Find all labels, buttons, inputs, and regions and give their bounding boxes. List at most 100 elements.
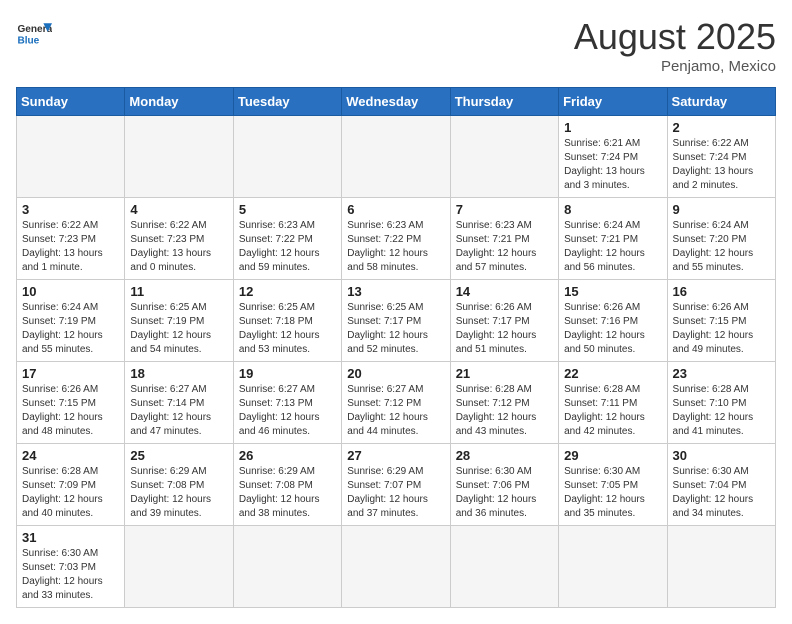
calendar-cell: 30 Sunrise: 6:30 AM Sunset: 7:04 PM Dayli… (667, 444, 775, 526)
day-info: Sunrise: 6:25 AM Sunset: 7:18 PM Dayligh… (239, 301, 336, 357)
day-number: 15 (564, 284, 661, 299)
day-number: 19 (239, 366, 336, 381)
logo: General Blue (16, 16, 52, 52)
calendar-cell: 19Sunrise: 6:27 AM Sunset: 7:13 PM Dayli… (233, 362, 341, 444)
day-number: 14 (456, 284, 553, 299)
day-of-week-header: Saturday (667, 88, 775, 116)
calendar-cell: 27 Sunrise: 6:29 AM Sunset: 7:07 PM Dayli… (342, 444, 450, 526)
day-info: Sunrise: 6:30 AM Sunset: 7:05 PM Dayligh… (564, 465, 661, 521)
calendar-cell: 21Sunrise: 6:28 AM Sunset: 7:12 PM Dayli… (450, 362, 558, 444)
day-info: Sunrise: 6:29 AM Sunset: 7:08 PM Dayligh… (239, 465, 336, 521)
calendar-cell: 17 Sunrise: 6:26 AM Sunset: 7:15 PM Dayli… (17, 362, 125, 444)
calendar-cell (342, 526, 450, 608)
day-info: Sunrise: 6:28 AM Sunset: 7:10 PM Dayligh… (673, 383, 770, 439)
day-info: Sunrise: 6:29 AM Sunset: 7:08 PM Dayligh… (130, 465, 227, 521)
day-info: Sunrise: 6:24 AM Sunset: 7:20 PM Dayligh… (673, 219, 770, 275)
day-number: 21 (456, 366, 553, 381)
calendar-cell: 6 Sunrise: 6:23 AM Sunset: 7:22 PM Daylig… (342, 198, 450, 280)
calendar-cell: 20 Sunrise: 6:27 AM Sunset: 7:12 PM Dayli… (342, 362, 450, 444)
day-number: 12 (239, 284, 336, 299)
day-number: 7 (456, 202, 553, 217)
calendar-cell (450, 116, 558, 198)
calendar-cell (233, 116, 341, 198)
day-info: Sunrise: 6:26 AM Sunset: 7:16 PM Dayligh… (564, 301, 661, 357)
day-number: 30 (673, 448, 770, 463)
day-number: 22 (564, 366, 661, 381)
day-info: Sunrise: 6:27 AM Sunset: 7:14 PM Dayligh… (130, 383, 227, 439)
day-number: 13 (347, 284, 444, 299)
calendar-cell: 31 Sunrise: 6:30 AM Sunset: 7:03 PM Dayli… (17, 526, 125, 608)
day-number: 2 (673, 120, 770, 135)
calendar-cell (450, 526, 558, 608)
calendar-cell: 12 Sunrise: 6:25 AM Sunset: 7:18 PM Dayli… (233, 280, 341, 362)
location-subtitle: Penjamo, Mexico (574, 58, 776, 75)
day-info: Sunrise: 6:22 AM Sunset: 7:24 PM Dayligh… (673, 137, 770, 193)
day-number: 8 (564, 202, 661, 217)
day-number: 6 (347, 202, 444, 217)
calendar-cell (342, 116, 450, 198)
day-info: Sunrise: 6:23 AM Sunset: 7:21 PM Dayligh… (456, 219, 553, 275)
day-info: Sunrise: 6:26 AM Sunset: 7:17 PM Dayligh… (456, 301, 553, 357)
calendar-cell: 15 Sunrise: 6:26 AM Sunset: 7:16 PM Dayli… (559, 280, 667, 362)
calendar-cell: 10Sunrise: 6:24 AM Sunset: 7:19 PM Dayli… (17, 280, 125, 362)
day-info: Sunrise: 6:24 AM Sunset: 7:19 PM Dayligh… (22, 301, 119, 357)
day-number: 31 (22, 530, 119, 545)
calendar-cell: 4Sunrise: 6:22 AM Sunset: 7:23 PM Daylig… (125, 198, 233, 280)
day-of-week-header: Tuesday (233, 88, 341, 116)
svg-text:Blue: Blue (17, 35, 39, 46)
calendar-cell: 2 Sunrise: 6:22 AM Sunset: 7:24 PM Daylig… (667, 116, 775, 198)
day-info: Sunrise: 6:28 AM Sunset: 7:11 PM Dayligh… (564, 383, 661, 439)
day-info: Sunrise: 6:26 AM Sunset: 7:15 PM Dayligh… (22, 383, 119, 439)
title-area: August 2025 Penjamo, Mexico (574, 16, 776, 75)
calendar-cell: 3 Sunrise: 6:22 AM Sunset: 7:23 PM Daylig… (17, 198, 125, 280)
day-info: Sunrise: 6:27 AM Sunset: 7:12 PM Dayligh… (347, 383, 444, 439)
calendar-cell: 16Sunrise: 6:26 AM Sunset: 7:15 PM Dayli… (667, 280, 775, 362)
day-info: Sunrise: 6:24 AM Sunset: 7:21 PM Dayligh… (564, 219, 661, 275)
day-number: 24 (22, 448, 119, 463)
logo-icon: General Blue (16, 16, 52, 52)
day-of-week-header: Friday (559, 88, 667, 116)
day-number: 27 (347, 448, 444, 463)
day-number: 25 (130, 448, 227, 463)
day-number: 18 (130, 366, 227, 381)
day-number: 26 (239, 448, 336, 463)
day-number: 1 (564, 120, 661, 135)
calendar-cell: 5Sunrise: 6:23 AM Sunset: 7:22 PM Daylig… (233, 198, 341, 280)
calendar-cell (559, 526, 667, 608)
calendar-cell: 11Sunrise: 6:25 AM Sunset: 7:19 PM Dayli… (125, 280, 233, 362)
day-info: Sunrise: 6:30 AM Sunset: 7:04 PM Dayligh… (673, 465, 770, 521)
day-info: Sunrise: 6:30 AM Sunset: 7:03 PM Dayligh… (22, 547, 119, 603)
calendar-cell: 26 Sunrise: 6:29 AM Sunset: 7:08 PM Dayli… (233, 444, 341, 526)
calendar-cell: 24Sunrise: 6:28 AM Sunset: 7:09 PM Dayli… (17, 444, 125, 526)
day-of-week-header: Sunday (17, 88, 125, 116)
calendar-cell: 25 Sunrise: 6:29 AM Sunset: 7:08 PM Dayli… (125, 444, 233, 526)
calendar-cell: 13 Sunrise: 6:25 AM Sunset: 7:17 PM Dayli… (342, 280, 450, 362)
day-number: 28 (456, 448, 553, 463)
day-number: 29 (564, 448, 661, 463)
calendar-cell: 1 Sunrise: 6:21 AM Sunset: 7:24 PM Daylig… (559, 116, 667, 198)
day-of-week-header: Thursday (450, 88, 558, 116)
calendar-table: SundayMondayTuesdayWednesdayThursdayFrid… (16, 87, 776, 608)
day-info: Sunrise: 6:22 AM Sunset: 7:23 PM Dayligh… (130, 219, 227, 275)
calendar-cell: 9 Sunrise: 6:24 AM Sunset: 7:20 PM Daylig… (667, 198, 775, 280)
day-info: Sunrise: 6:25 AM Sunset: 7:17 PM Dayligh… (347, 301, 444, 357)
calendar-cell: 28Sunrise: 6:30 AM Sunset: 7:06 PM Dayli… (450, 444, 558, 526)
day-info: Sunrise: 6:21 AM Sunset: 7:24 PM Dayligh… (564, 137, 661, 193)
day-info: Sunrise: 6:22 AM Sunset: 7:23 PM Dayligh… (22, 219, 119, 275)
day-info: Sunrise: 6:29 AM Sunset: 7:07 PM Dayligh… (347, 465, 444, 521)
calendar-cell (17, 116, 125, 198)
day-number: 20 (347, 366, 444, 381)
calendar-cell: 22 Sunrise: 6:28 AM Sunset: 7:11 PM Dayli… (559, 362, 667, 444)
day-number: 11 (130, 284, 227, 299)
day-info: Sunrise: 6:23 AM Sunset: 7:22 PM Dayligh… (239, 219, 336, 275)
day-of-week-header: Wednesday (342, 88, 450, 116)
calendar-cell: 7 Sunrise: 6:23 AM Sunset: 7:21 PM Daylig… (450, 198, 558, 280)
month-year-title: August 2025 (574, 16, 776, 58)
day-number: 16 (673, 284, 770, 299)
calendar-cell: 23Sunrise: 6:28 AM Sunset: 7:10 PM Dayli… (667, 362, 775, 444)
day-number: 9 (673, 202, 770, 217)
calendar-cell: 29 Sunrise: 6:30 AM Sunset: 7:05 PM Dayli… (559, 444, 667, 526)
day-number: 3 (22, 202, 119, 217)
day-number: 17 (22, 366, 119, 381)
day-info: Sunrise: 6:23 AM Sunset: 7:22 PM Dayligh… (347, 219, 444, 275)
